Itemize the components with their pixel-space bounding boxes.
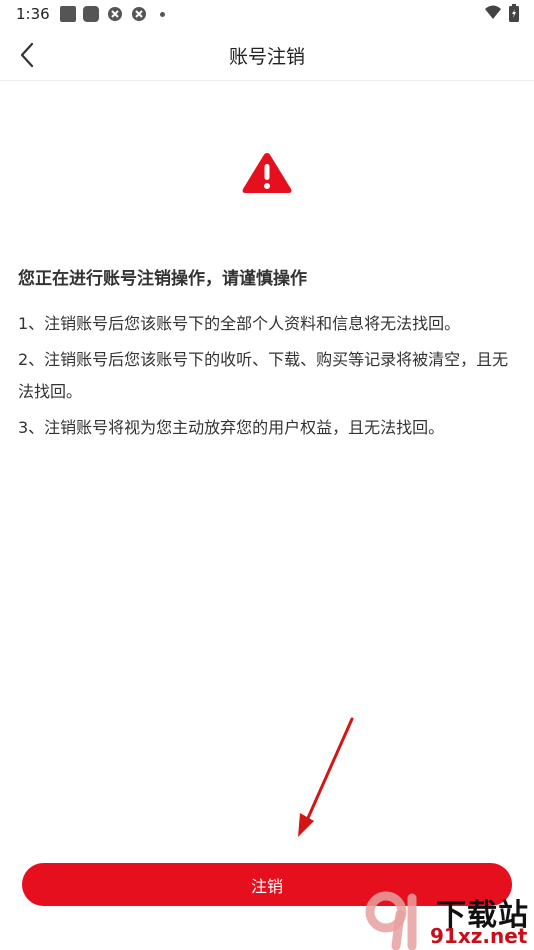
- watermark-logo-icon: [365, 891, 417, 950]
- square-icon: [60, 6, 76, 22]
- status-bar: 1:36: [0, 0, 534, 30]
- status-time: 1:36: [16, 5, 50, 23]
- dot-icon: [160, 12, 165, 17]
- battery-icon: [509, 4, 519, 22]
- top-bar: 账号注销: [0, 30, 534, 81]
- rule-item: 3、注销账号将视为您主动放弃您的用户权益，且无法找回。: [18, 418, 445, 437]
- rounded-square-icon: [83, 6, 99, 22]
- circle-icon: [132, 7, 146, 21]
- arrow-annotation: [298, 717, 354, 837]
- warning-heading: 您正在进行账号注销操作，请谨慎操作: [18, 269, 307, 289]
- rules-list: 1、注销账号后您该账号下的全部个人资料和信息将无法找回。 2、注销账号后您该账号…: [18, 308, 518, 448]
- circle-icon: [108, 7, 122, 21]
- rule-item: 1、注销账号后您该账号下的全部个人资料和信息将无法找回。: [18, 314, 461, 333]
- wifi-icon: [485, 5, 501, 19]
- page-title: 账号注销: [228, 46, 305, 68]
- warning-icon: [242, 153, 292, 193]
- rule-item: 2、注销账号后您该账号下的收听、下载、购买等记录将被清空，且无法找回。: [18, 350, 509, 401]
- watermark-url: 91xz.net: [430, 924, 528, 948]
- watermark: 下载站 91xz.net: [360, 888, 534, 950]
